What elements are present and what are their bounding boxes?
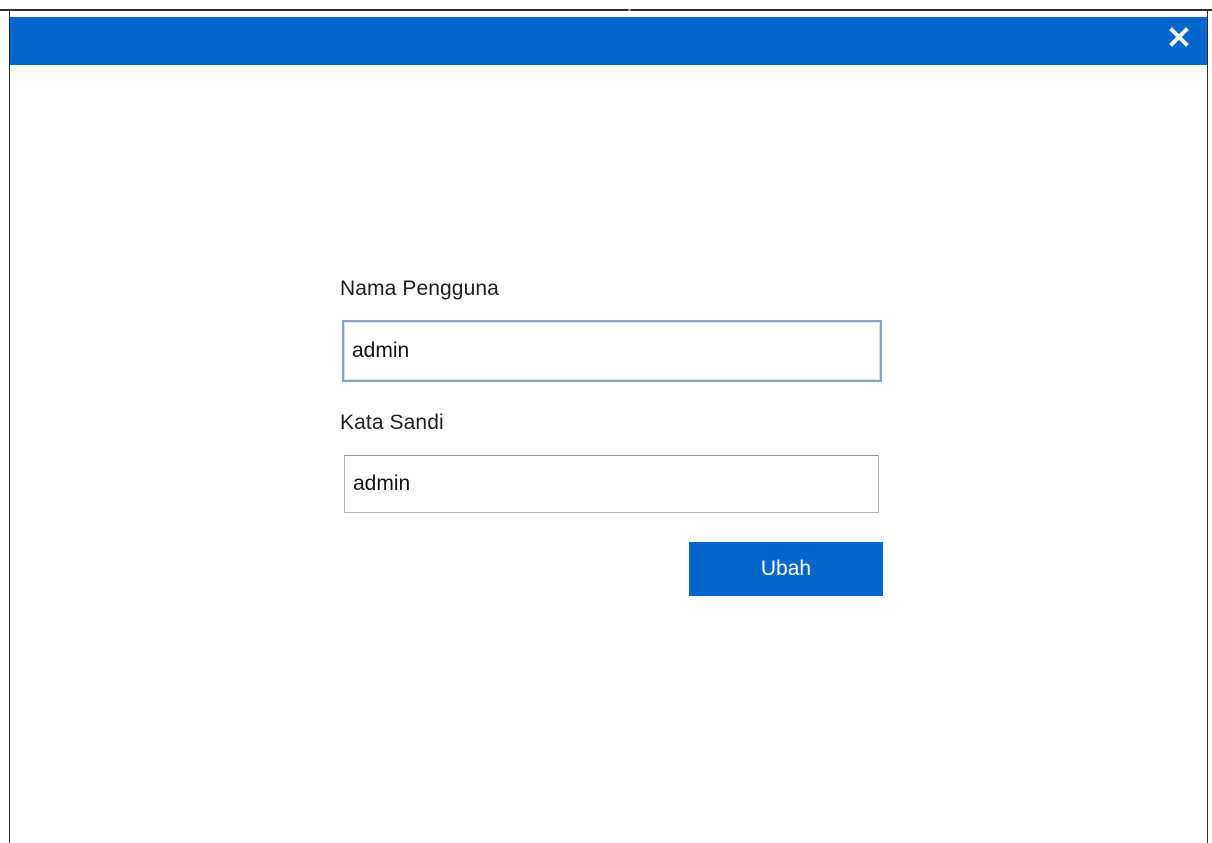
dialog-titlebar — [10, 17, 1207, 65]
close-button[interactable] — [1161, 21, 1197, 57]
close-icon — [1168, 26, 1190, 53]
password-label: Kata Sandi — [340, 411, 444, 434]
username-input[interactable]: admin — [342, 320, 882, 382]
change-button[interactable]: Ubah — [689, 542, 883, 596]
password-input[interactable]: admin — [344, 455, 879, 513]
dialog-window: Nama Pengguna admin Kata Sandi admin Uba… — [9, 11, 1208, 843]
screen: Nama Pengguna admin Kata Sandi admin Uba… — [0, 0, 1212, 843]
username-label: Nama Pengguna — [340, 277, 499, 300]
